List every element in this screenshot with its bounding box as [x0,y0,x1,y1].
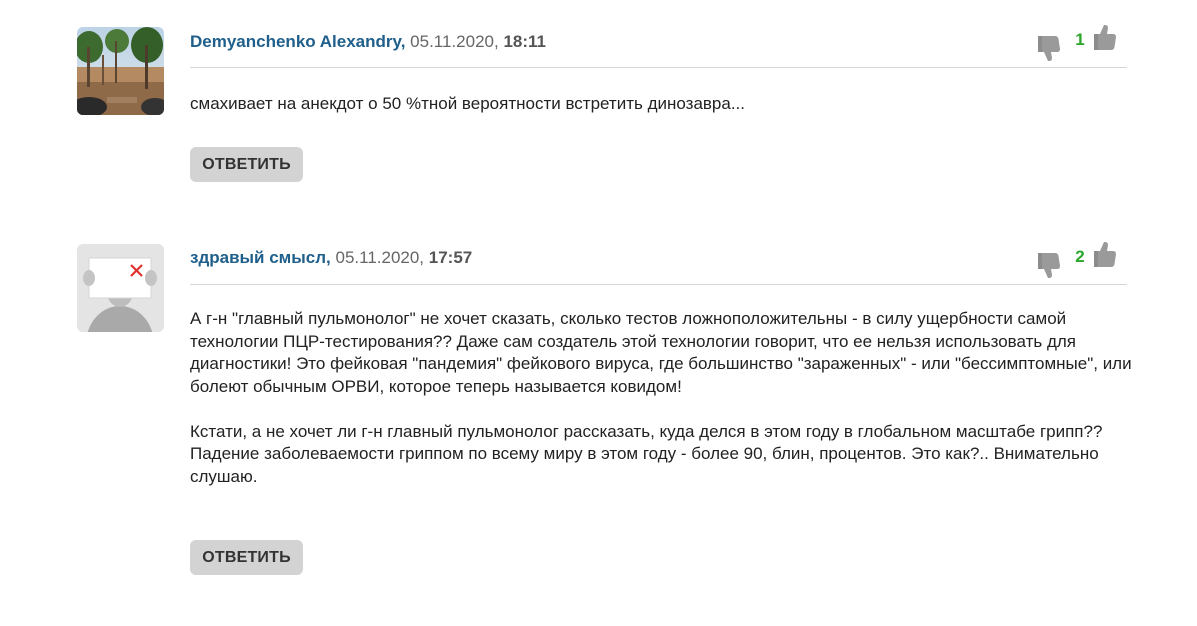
avatar[interactable] [77,244,164,332]
vote-controls: 1 [1038,25,1122,62]
comment-date: 05.11.2020, [330,248,429,267]
comment-date: 05.11.2020, [405,32,504,51]
divider [190,284,1127,285]
comment-paragraph: Кстати, а не хочет ли г-н главный пульмо… [190,421,1103,486]
comment-text: А г-н "главный пульмонолог" не хочет ска… [190,308,1140,488]
vote-count: 2 [1075,247,1085,266]
reply-button[interactable]: ОТВЕТИТЬ [190,147,303,182]
vote-controls: 2 [1038,242,1122,279]
reply-button[interactable]: ОТВЕТИТЬ [190,540,303,575]
comment-time: 17:57 [428,248,473,267]
avatar[interactable] [77,27,164,115]
thumb-up-icon[interactable] [1094,241,1120,269]
comment-paragraph: А г-н "главный пульмонолог" не хочет ска… [190,309,1132,396]
comment-text: смахивает на анекдот о 50 %тной вероятно… [190,93,1140,116]
comment-time: 18:11 [503,32,546,51]
comment-paragraph: смахивает на анекдот о 50 %тной вероятно… [190,94,746,113]
comment-header: Demyanchenko Alexandry, 05.11.2020, 18:1… [190,32,546,58]
avatar-placeholder-photo [77,244,164,332]
thumb-down-icon[interactable] [1038,34,1064,62]
divider [190,67,1127,68]
comments-page: Demyanchenko Alexandry, 05.11.2020, 18:1… [0,0,1197,626]
avatar-landscape-photo [77,27,164,115]
author-name[interactable]: здравый смысл [190,248,326,267]
comment-header: здравый смысл, 05.11.2020, 17:57 [190,248,472,274]
thumb-down-icon[interactable] [1038,251,1064,279]
vote-count: 1 [1075,30,1085,49]
author-name[interactable]: Demyanchenko Alexandry [190,32,401,51]
thumb-up-icon[interactable] [1094,24,1120,52]
